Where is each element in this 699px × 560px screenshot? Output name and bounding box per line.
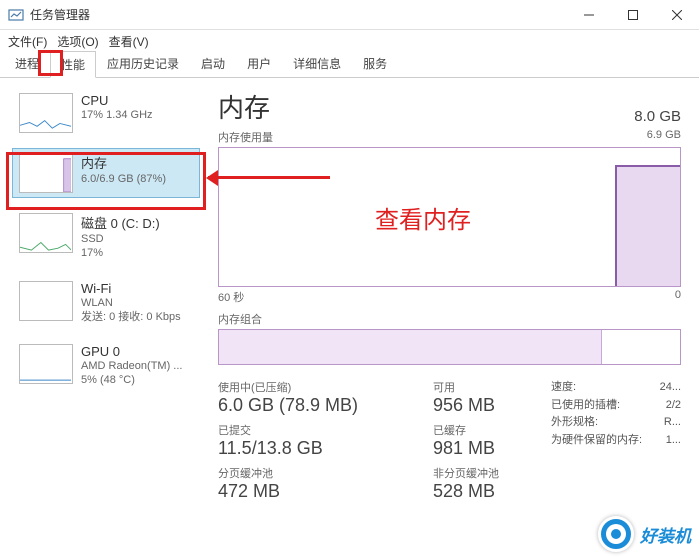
- tab-performance[interactable]: 性能: [50, 51, 96, 78]
- paged-value: 472 MB: [218, 481, 433, 502]
- disk-sub2: 17%: [81, 246, 193, 260]
- page-title: 内存: [218, 88, 270, 125]
- memory-total: 8.0 GB: [634, 108, 681, 125]
- in-use-value: 6.0 GB (78.9 MB): [218, 395, 433, 416]
- memory-mini-graph: [19, 153, 73, 193]
- paged-label: 分页缓冲池: [218, 465, 433, 481]
- slots-label: 已使用的插槽:: [551, 397, 620, 415]
- sidebar-item-memory[interactable]: 内存 6.0/6.9 GB (87%): [12, 148, 200, 198]
- committed-value: 11.5/13.8 GB: [218, 438, 433, 459]
- tab-processes[interactable]: 进程: [4, 50, 50, 77]
- tab-users[interactable]: 用户: [236, 50, 282, 77]
- reserved-value: 1...: [666, 432, 681, 450]
- memory-title: 内存: [81, 153, 193, 172]
- annotation-arrow: [208, 176, 330, 179]
- window-title: 任务管理器: [30, 6, 567, 23]
- cached-value: 981 MB: [433, 438, 551, 459]
- comp-label: 内存组合: [218, 311, 262, 327]
- tab-services[interactable]: 服务: [352, 50, 398, 77]
- in-use-label: 使用中(已压缩): [218, 379, 433, 395]
- stats-grid: 使用中(已压缩) 6.0 GB (78.9 MB) 已提交 11.5/13.8 …: [218, 379, 681, 508]
- annotation-text: 查看内存: [375, 200, 471, 235]
- tab-details[interactable]: 详细信息: [282, 50, 352, 77]
- form-label: 外形规格:: [551, 414, 598, 432]
- wifi-title: Wi-Fi: [81, 281, 193, 296]
- axis-left: 60 秒: [218, 289, 244, 305]
- usage-label: 内存使用量: [218, 129, 273, 145]
- tabbar: 进程 性能 应用历史记录 启动 用户 详细信息 服务: [0, 52, 699, 78]
- cpu-title: CPU: [81, 93, 193, 108]
- disk-title: 磁盘 0 (C: D:): [81, 213, 193, 232]
- gpu-sub2: 5% (48 °C): [81, 373, 193, 387]
- axis-right: 0: [675, 289, 681, 305]
- main-panel: 内存 8.0 GB 内存使用量 6.9 GB 60 秒 0 内存组合 使用中(已…: [200, 78, 699, 560]
- cpu-sub: 17% 1.34 GHz: [81, 108, 193, 122]
- nonpaged-label: 非分页缓冲池: [433, 465, 551, 481]
- watermark-icon: [598, 516, 634, 552]
- sidebar-item-disk[interactable]: 磁盘 0 (C: D:) SSD 17%: [12, 208, 200, 266]
- close-button[interactable]: [655, 0, 699, 30]
- sidebar-item-wifi[interactable]: Wi-Fi WLAN 发送: 0 接收: 0 Kbps: [12, 276, 200, 330]
- watermark: 好装机: [598, 516, 691, 552]
- speed-value: 24...: [660, 379, 681, 397]
- tab-startup[interactable]: 启动: [190, 50, 236, 77]
- menu-options[interactable]: 选项(O): [57, 33, 98, 50]
- minimize-button[interactable]: [567, 0, 611, 30]
- disk-mini-graph: [19, 213, 73, 253]
- titlebar: 任务管理器: [0, 0, 699, 30]
- gpu-mini-graph: [19, 344, 73, 384]
- speed-label: 速度:: [551, 379, 576, 397]
- wifi-sub1: WLAN: [81, 296, 193, 310]
- watermark-text: 好装机: [640, 522, 691, 547]
- available-value: 956 MB: [433, 395, 551, 416]
- available-label: 可用: [433, 379, 551, 395]
- sidebar: CPU 17% 1.34 GHz 内存 6.0/6.9 GB (87%) 磁盘 …: [0, 78, 200, 560]
- memory-composition-graph: [218, 329, 681, 365]
- maximize-button[interactable]: [611, 0, 655, 30]
- tab-app-history[interactable]: 应用历史记录: [96, 50, 190, 77]
- menu-file[interactable]: 文件(F): [8, 33, 47, 50]
- cached-label: 已缓存: [433, 422, 551, 438]
- slots-value: 2/2: [666, 397, 681, 415]
- wifi-sub2: 发送: 0 接收: 0 Kbps: [81, 310, 193, 324]
- sidebar-item-gpu[interactable]: GPU 0 AMD Radeon(TM) ... 5% (48 °C): [12, 339, 200, 393]
- gpu-title: GPU 0: [81, 344, 193, 359]
- content: CPU 17% 1.34 GHz 内存 6.0/6.9 GB (87%) 磁盘 …: [0, 78, 699, 560]
- memory-sub: 6.0/6.9 GB (87%): [81, 172, 193, 186]
- app-icon: [8, 7, 24, 23]
- reserved-label: 为硬件保留的内存:: [551, 432, 642, 450]
- nonpaged-value: 528 MB: [433, 481, 551, 502]
- window-controls: [567, 0, 699, 30]
- gpu-sub1: AMD Radeon(TM) ...: [81, 359, 193, 373]
- menubar: 文件(F) 选项(O) 查看(V): [0, 30, 699, 52]
- sidebar-item-cpu[interactable]: CPU 17% 1.34 GHz: [12, 88, 200, 138]
- committed-label: 已提交: [218, 422, 433, 438]
- wifi-mini-graph: [19, 281, 73, 321]
- form-value: R...: [664, 414, 681, 432]
- disk-sub1: SSD: [81, 232, 193, 246]
- cpu-mini-graph: [19, 93, 73, 133]
- usage-max: 6.9 GB: [647, 129, 681, 145]
- menu-view[interactable]: 查看(V): [109, 33, 149, 50]
